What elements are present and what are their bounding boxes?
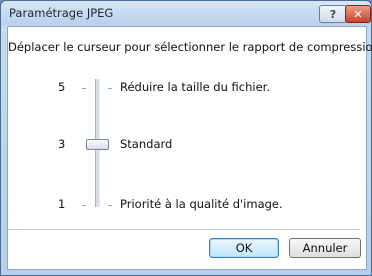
label-reduce-file-size: Réduire la taille du fichier. bbox=[120, 80, 271, 94]
jpeg-settings-dialog: Paramétrage JPEG ? ✕ Déplacer le curseur… bbox=[0, 0, 372, 276]
tick-number-1: 1 bbox=[58, 197, 66, 211]
close-icon: ✕ bbox=[353, 7, 363, 21]
tick-mark bbox=[108, 205, 112, 206]
help-button[interactable]: ? bbox=[319, 5, 347, 23]
compression-slider-thumb[interactable] bbox=[86, 139, 109, 150]
separator bbox=[8, 229, 360, 231]
tick-number-5: 5 bbox=[58, 80, 66, 94]
tick-number-3: 3 bbox=[58, 137, 66, 151]
tick-mark bbox=[82, 88, 86, 89]
dialog-content: Déplacer le curseur pour sélectionner le… bbox=[7, 26, 372, 270]
ok-button[interactable]: OK bbox=[209, 238, 279, 258]
tick-mark bbox=[108, 88, 112, 89]
cancel-button[interactable]: Annuler bbox=[289, 238, 361, 258]
label-standard: Standard bbox=[120, 137, 173, 151]
close-button[interactable]: ✕ bbox=[345, 5, 371, 23]
label-image-quality-priority: Priorité à la qualité d'image. bbox=[120, 197, 283, 211]
instruction-text: Déplacer le curseur pour sélectionner le… bbox=[8, 40, 372, 54]
tick-mark bbox=[82, 205, 86, 206]
help-icon: ? bbox=[329, 7, 337, 21]
window-title: Paramétrage JPEG bbox=[9, 6, 114, 20]
title-bar: Paramétrage JPEG ? ✕ bbox=[1, 1, 371, 25]
